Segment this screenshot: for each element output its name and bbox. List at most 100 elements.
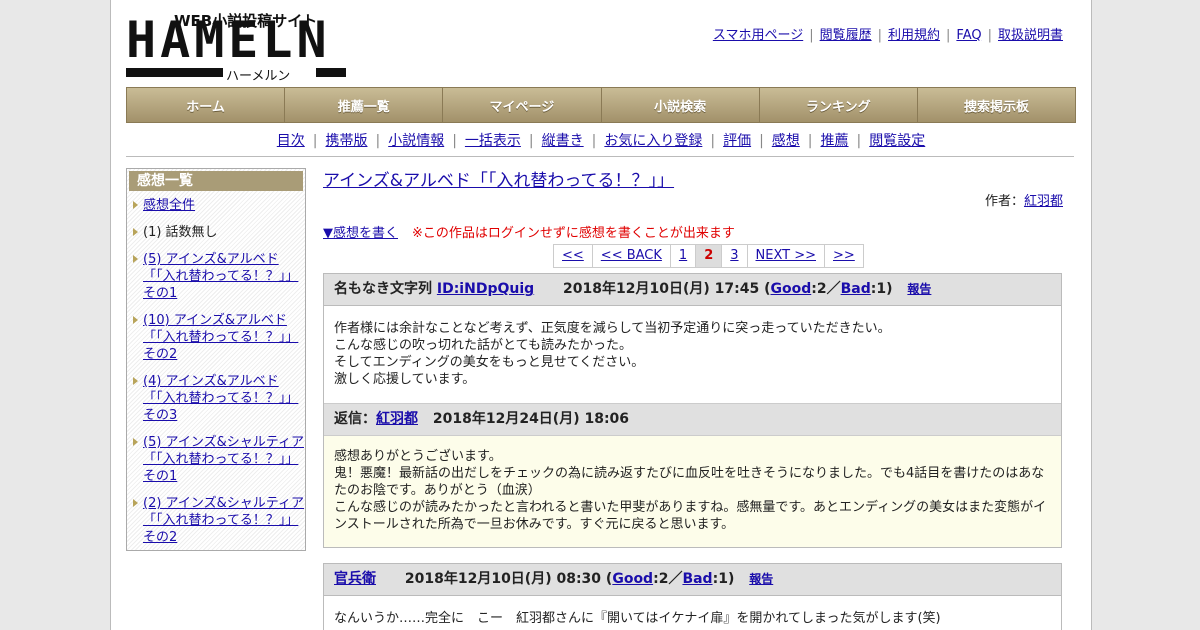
reply-line: 感想ありがとうございます。 [334, 449, 502, 464]
subnav-reviews[interactable]: 感想 [772, 133, 800, 149]
pager-first[interactable]: << [553, 244, 593, 268]
logo-bar [126, 68, 223, 77]
subnav-bulk-view[interactable]: 一括表示 [465, 133, 521, 149]
top-link-faq[interactable]: FAQ [956, 28, 981, 43]
top-link-history[interactable]: 閲覧履歴 [820, 28, 872, 43]
reply-line: こんな感じのが読みたかったと言われると書いた甲斐がありますね。感無量です。あとエ… [334, 500, 1047, 532]
nav-home[interactable]: ホーム [127, 88, 286, 122]
reply-date: 2018年12月24日(月) 18:06 [432, 411, 630, 427]
bullet-arrow-icon [133, 255, 138, 263]
pager-page-1[interactable]: 1 [669, 244, 697, 268]
write-review-line: ▼感想を書く ※この作品はログインせずに感想を書くことが出来ます [323, 222, 735, 241]
review-header: 名もなき文字列 ID:iNDpQuig 2018年12月10日(月) 17:45… [324, 274, 1061, 306]
subnav-mobile[interactable]: 携帯版 [325, 133, 367, 149]
reply-author-link[interactable]: 紅羽都 [376, 411, 418, 427]
author-link[interactable]: 紅羽都 [1024, 194, 1063, 209]
good-count: 2 [816, 281, 827, 297]
hameln-logo[interactable]: WEB小説投稿サイト HAMELN ハーメルン [126, 10, 346, 84]
pager-page-3[interactable]: 3 [721, 244, 748, 268]
review-line: 激しく応援しています。 [334, 372, 476, 387]
sidebar-text-no-episode: (1) 話数無し [143, 225, 218, 240]
nav-mypage[interactable]: マイページ [443, 88, 602, 122]
review-line: 作者様には余計なことなど考えず、正気度を減らして当初予定通りに突っ走っていただき… [334, 321, 891, 336]
top-link-terms[interactable]: 利用規約 [888, 28, 940, 43]
review-card: 名もなき文字列 ID:iNDpQuig 2018年12月10日(月) 17:45… [323, 273, 1062, 548]
nav-search-board[interactable]: 捜索掲示板 [918, 88, 1075, 122]
reply-line: 鬼！悪魔！最新話の出だしをチェックの為に読み返すたびに血反吐を吐きそうになりまし… [334, 466, 1045, 498]
write-review-link[interactable]: ▼感想を書く [323, 226, 398, 241]
reviewer-id-link[interactable]: ID:iNDpQuig [437, 281, 534, 297]
subnav-rating[interactable]: 評価 [723, 133, 751, 149]
good-count: 2 [658, 571, 669, 587]
reply-body: 感想ありがとうございます。 鬼！悪魔！最新話の出だしをチェックの為に読み返すたび… [324, 436, 1061, 547]
pager-back[interactable]: << BACK [591, 244, 671, 268]
sidebar-item[interactable]: (5) アインズ&シャルティア「「入れ替わってる！？」」その1 [127, 434, 305, 485]
top-link-manual[interactable]: 取扱説明書 [998, 28, 1063, 43]
bullet-arrow-icon [133, 228, 138, 236]
subnav-novel-info[interactable]: 小説情報 [388, 133, 444, 149]
sidebar-title: 感想一覧 [129, 171, 303, 191]
review-body: 作者様には余計なことなど考えず、正気度を減らして当初予定通りに突っ走っていただき… [324, 306, 1061, 403]
logo-wordmark: HAMELN [126, 11, 331, 69]
bad-count: 1 [718, 571, 728, 587]
logo-kana: ハーメルン [226, 69, 291, 84]
page: WEB小説投稿サイト HAMELN ハーメルン スマホ用ページ | 閲覧履歴 | 利用規… [110, 0, 1092, 630]
sidebar-item: (1) 話数無し [127, 224, 305, 241]
review-body: なんいうか……完全に こー 紅羽都さんに『開いてはイケナイ扉』を開かれてしまった… [324, 596, 1061, 630]
review-header: 官兵衛 2018年12月10日(月) 08:30 (Good:2／Bad:1) … [324, 564, 1061, 596]
review-line: そしてエンディングの美女をもっと見せてください。 [334, 355, 645, 370]
nav-novel-search[interactable]: 小説検索 [602, 88, 760, 122]
subnav-recommend[interactable]: 推薦 [821, 133, 849, 149]
good-link[interactable]: Good [770, 281, 811, 297]
review-card: 官兵衛 2018年12月10日(月) 08:30 (Good:2／Bad:1) … [323, 563, 1062, 630]
review-date: 2018年12月10日(月) 08:30 [404, 571, 602, 587]
sidebar-link-all[interactable]: 感想全件 [143, 198, 195, 213]
pager-last[interactable]: >> [824, 244, 864, 268]
pager-page-current: 2 [695, 244, 723, 268]
bullet-arrow-icon [133, 377, 138, 385]
pager-next[interactable]: NEXT >> [746, 244, 825, 268]
divider [126, 156, 1074, 157]
sidebar-link-episode[interactable]: (2) アインズ&シャルティア「「入れ替わってる！？」」その2 [143, 496, 304, 545]
sidebar-item[interactable]: (5) アインズ&アルベド「「入れ替わってる！？」」その1 [127, 251, 305, 302]
review-sidebar: 感想一覧 感想全件 (1) 話数無し (5) アインズ&アルベド「「入れ替わって… [126, 168, 306, 551]
sub-nav: 目次 | 携帯版 | 小説情報 | 一括表示 | 縦書き | お気に入り登録 | 評価 | 感想 | 推薦 | 閲覧… [276, 133, 926, 149]
bad-link[interactable]: Bad [841, 281, 871, 297]
sidebar-item[interactable]: (2) アインズ&シャルティア「「入れ替わってる！？」」その2 [127, 495, 305, 546]
main-nav: ホーム 推薦一覧 マイページ 小説検索 ランキング 捜索掲示板 [126, 87, 1076, 123]
sidebar-link-episode[interactable]: (5) アインズ&シャルティア「「入れ替わってる！？」」その1 [143, 435, 304, 484]
sidebar-link-episode[interactable]: (5) アインズ&アルベド「「入れ替わってる！？」」その1 [143, 252, 298, 301]
subnav-toc[interactable]: 目次 [277, 133, 305, 149]
reviewer-name-link[interactable]: 官兵衛 [334, 571, 376, 587]
login-warning: ※この作品はログインせずに感想を書くことが出来ます [412, 226, 735, 241]
sidebar-item[interactable]: (4) アインズ&アルベド「「入れ替わってる！？」」その3 [127, 373, 305, 424]
bullet-arrow-icon [133, 316, 138, 324]
subnav-view-settings[interactable]: 閲覧設定 [869, 133, 925, 149]
nav-ranking[interactable]: ランキング [760, 88, 918, 122]
subnav-favorite[interactable]: お気に入り登録 [604, 133, 702, 149]
subnav-vertical[interactable]: 縦書き [542, 133, 584, 149]
pagination: << << BACK 1 2 3 NEXT >> >> [553, 244, 864, 268]
reviewer-name: 名もなき文字列 [334, 281, 432, 297]
top-links: スマホ用ページ | 閲覧履歴 | 利用規約 | FAQ | 取扱説明書 [712, 28, 1063, 43]
sidebar-link-episode[interactable]: (10) アインズ&アルベド「「入れ替わってる！？」」その2 [143, 313, 298, 362]
report-link[interactable]: 報告 [907, 282, 931, 296]
main-content: アインズ&アルベド「「入れ替わってる！？」」 作者：紅羽都 ▼感想を書く ※この作… [323, 166, 1063, 630]
review-line: こんな感じの吹っ切れた話がとても読みたかった。 [334, 338, 632, 353]
nav-recommend-list[interactable]: 推薦一覧 [285, 88, 444, 122]
work-title-link[interactable]: アインズ&アルベド「「入れ替わってる！？」」 [323, 171, 674, 191]
review-date: 2018年12月10日(月) 17:45 [563, 281, 760, 297]
bullet-arrow-icon [133, 201, 138, 209]
bullet-arrow-icon [133, 499, 138, 507]
sidebar-item[interactable]: 感想全件 [127, 197, 305, 214]
review-line: なんいうか……完全に こー 紅羽都さんに『開いてはイケナイ扉』を開かれてしまった… [334, 611, 941, 626]
sidebar-item[interactable]: (10) アインズ&アルベド「「入れ替わってる！？」」その2 [127, 312, 305, 363]
bad-count: 1 [876, 281, 887, 297]
reply-label: 返信： [334, 411, 376, 427]
top-link-smartphone[interactable]: スマホ用ページ [713, 28, 803, 43]
sidebar-link-episode[interactable]: (4) アインズ&アルベド「「入れ替わってる！？」」その3 [143, 374, 298, 423]
good-link[interactable]: Good [612, 571, 653, 587]
author-label: 作者： [984, 194, 1024, 209]
report-link[interactable]: 報告 [749, 572, 773, 586]
bad-link[interactable]: Bad [682, 571, 712, 587]
